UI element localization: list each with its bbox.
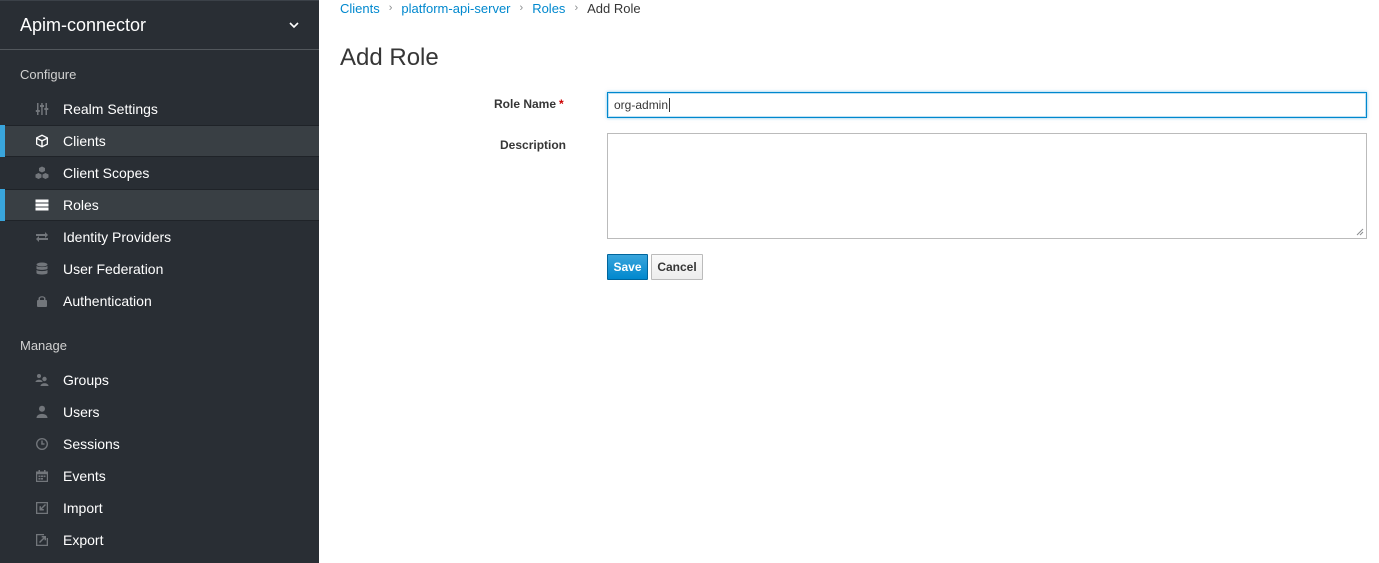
sidebar-item-client-scopes[interactable]: Client Scopes: [0, 157, 319, 189]
exchange-icon: [35, 230, 49, 244]
manage-section-title: Manage: [20, 338, 67, 353]
breadcrumb-current: Add Role: [587, 0, 641, 16]
sidebar-item-export[interactable]: Export: [0, 524, 319, 556]
sidebar-item-label: Clients: [63, 133, 106, 149]
sidebar-item-label: Authentication: [63, 293, 152, 309]
sidebar-item-events[interactable]: Events: [0, 460, 319, 492]
role-name-label: Role Name *: [494, 97, 564, 111]
description-label: Description: [500, 138, 567, 152]
role-name-value: org-admin: [614, 98, 669, 112]
role-name-label-text: Role Name: [494, 97, 557, 111]
breadcrumb-client[interactable]: platform-api-server: [401, 1, 510, 16]
sidebar-item-label: Export: [63, 532, 104, 548]
resize-handle-icon[interactable]: [1356, 228, 1364, 236]
database-icon: [35, 262, 49, 276]
chevron-right-icon: ›: [519, 2, 524, 14]
sidebar-item-identity-providers[interactable]: Identity Providers: [0, 221, 319, 253]
sidebar-item-groups[interactable]: Groups: [0, 364, 319, 396]
sidebar-item-label: Sessions: [63, 436, 120, 452]
list-icon: [35, 198, 49, 212]
configure-section-title: Configure: [20, 67, 77, 82]
sidebar-item-users[interactable]: Users: [0, 396, 319, 428]
sidebar-item-label: Client Scopes: [63, 165, 150, 181]
sidebar-item-label: Identity Providers: [63, 229, 172, 245]
breadcrumb-clients[interactable]: Clients: [340, 1, 380, 16]
sidebar-item-label: User Federation: [63, 261, 164, 277]
breadcrumb-roles[interactable]: Roles: [532, 1, 565, 16]
realm-name: Apim-connector: [20, 14, 147, 35]
chevron-down-icon: [289, 22, 299, 29]
sidebar: Apim-connector Configure Realm Settings …: [0, 0, 319, 563]
sidebar-item-label: Events: [63, 468, 106, 484]
cubes-icon: [35, 166, 49, 180]
sidebar-item-realm-settings[interactable]: Realm Settings: [0, 93, 319, 125]
breadcrumb: Clients › platform-api-server › Roles › …: [340, 0, 641, 16]
chevron-right-icon: ›: [388, 2, 393, 14]
users-group-icon: [35, 373, 49, 387]
import-icon: [35, 501, 49, 515]
text-caret: [669, 98, 671, 112]
sidebar-item-clients[interactable]: Clients: [0, 125, 319, 157]
configure-nav: Realm Settings Clients Client Scopes Rol…: [0, 93, 319, 317]
sidebar-item-authentication[interactable]: Authentication: [0, 285, 319, 317]
sidebar-item-label: Realm Settings: [63, 101, 158, 117]
user-icon: [35, 405, 49, 419]
realm-selector[interactable]: Apim-connector: [0, 0, 319, 50]
clock-icon: [35, 437, 49, 451]
save-button[interactable]: Save: [607, 254, 648, 280]
cube-icon: [35, 134, 49, 148]
lock-icon: [35, 294, 49, 308]
main-content: Clients › platform-api-server › Roles › …: [319, 0, 1379, 563]
sliders-icon: [35, 102, 49, 116]
sidebar-item-label: Import: [63, 500, 103, 516]
page-title: Add Role: [340, 44, 439, 71]
manage-nav: Groups Users Sessions Events Import Expo…: [0, 364, 319, 556]
export-icon: [35, 533, 49, 547]
cancel-button[interactable]: Cancel: [651, 254, 703, 280]
description-textarea[interactable]: [607, 133, 1367, 239]
role-name-input[interactable]: org-admin: [607, 92, 1367, 118]
sidebar-item-label: Users: [63, 404, 100, 420]
chevron-right-icon: ›: [574, 2, 579, 14]
sidebar-item-user-federation[interactable]: User Federation: [0, 253, 319, 285]
required-marker: *: [559, 97, 564, 111]
sidebar-item-label: Groups: [63, 372, 109, 388]
sidebar-item-roles[interactable]: Roles: [0, 189, 319, 221]
calendar-icon: [35, 469, 49, 483]
sidebar-item-sessions[interactable]: Sessions: [0, 428, 319, 460]
sidebar-item-label: Roles: [63, 197, 99, 213]
sidebar-item-import[interactable]: Import: [0, 492, 319, 524]
